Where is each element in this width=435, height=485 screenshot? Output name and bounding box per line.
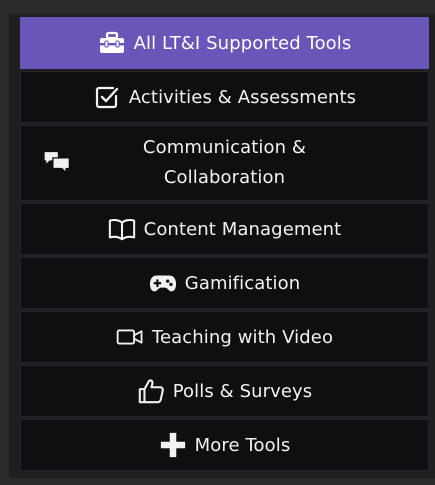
plus-icon [159,431,187,459]
tools-menu-panel: All LT&I Supported Tools Activities & As… [9,14,435,478]
chat-bubbles-icon [43,148,71,176]
menu-item-label-line2: Collaboration [163,167,286,188]
video-camera-icon [116,323,144,351]
menu-item-gamification[interactable]: Gamification [20,257,429,309]
menu-item-content-management[interactable]: Content Management [20,203,429,255]
menu-item-teaching-with-video[interactable]: Teaching with Video [20,311,429,363]
checkbox-icon [93,83,121,111]
toolbox-icon [98,29,126,57]
gamepad-icon [149,269,177,297]
menu-item-polls-surveys[interactable]: Polls & Surveys [20,365,429,417]
menu-item-label: More Tools [194,434,291,456]
menu-item-label: All LT&I Supported Tools [133,32,352,54]
menu-item-label: Activities & Assessments [128,86,357,108]
menu-item-label: Content Management [143,218,342,240]
menu-item-label: Gamification [184,272,301,294]
menu-item-label: Polls & Surveys [172,380,313,402]
menu-item-activities-assessments[interactable]: Activities & Assessments [20,71,429,123]
menu-item-all-tools[interactable]: All LT&I Supported Tools [20,17,429,69]
menu-item-label-line1: Communication & [142,137,307,158]
menu-item-label: Teaching with Video [151,326,334,348]
menu-item-more-tools[interactable]: More Tools [20,419,429,471]
book-icon [108,215,136,243]
thumbs-up-icon [137,377,165,405]
tools-menu: All LT&I Supported Tools Activities & As… [20,17,429,471]
menu-item-communication-collaboration[interactable]: Communication & Collaboration [20,125,429,201]
